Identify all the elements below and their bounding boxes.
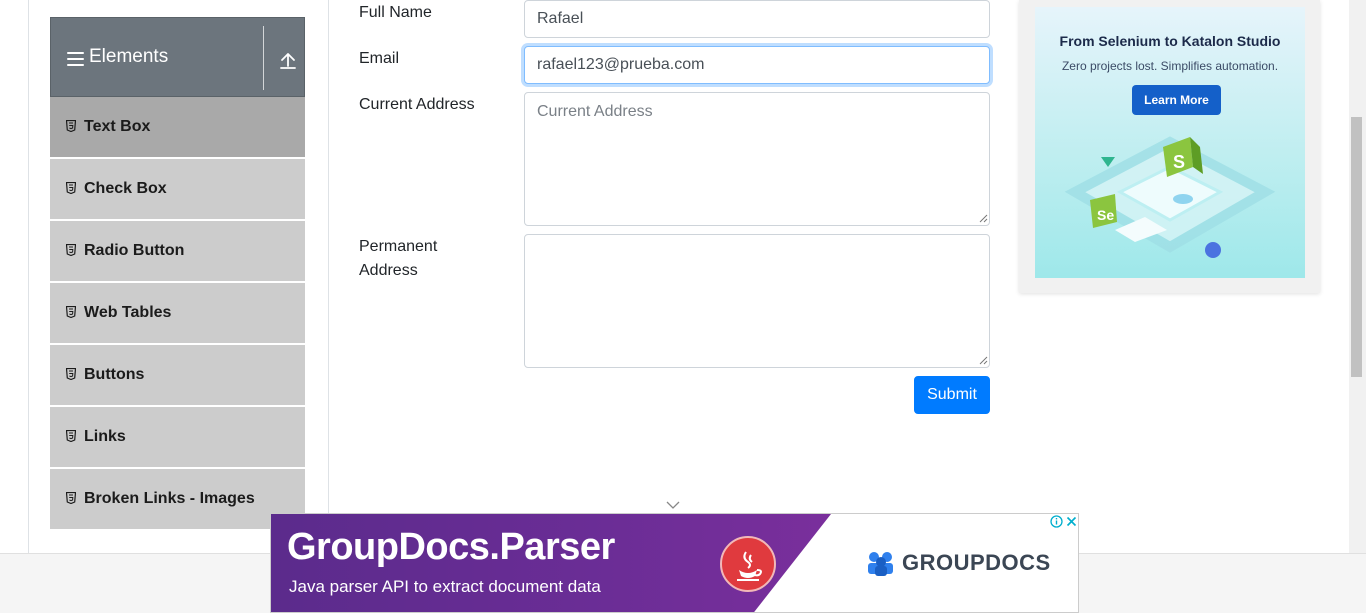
katalon-ad-inner: From Selenium to Katalon Studio Zero pro… — [1035, 7, 1305, 278]
html5-icon — [66, 492, 76, 504]
close-icon[interactable] — [1064, 514, 1079, 529]
scrollbar-thumb[interactable] — [1351, 117, 1362, 377]
resize-grip-icon[interactable] — [979, 214, 988, 223]
sidebar-item-radio-button[interactable]: Radio Button — [50, 221, 305, 283]
sidebar-item-label: Links — [84, 428, 126, 445]
sidebar-item-web-tables[interactable]: Web Tables — [50, 283, 305, 345]
email-label: Email — [359, 50, 400, 67]
html5-icon — [66, 244, 76, 256]
group-title: Elements — [89, 46, 169, 67]
katalon-ad[interactable]: From Selenium to Katalon Studio Zero pro… — [1019, 0, 1320, 293]
full-name-input[interactable] — [524, 0, 990, 38]
svg-text:S: S — [1173, 152, 1185, 172]
groupdocs-logo-text: GROUPDOCS — [902, 550, 1051, 575]
submit-button[interactable]: Submit — [914, 376, 990, 414]
banner-tagline: Java parser API to extract document data — [289, 577, 601, 596]
chevron-down-icon[interactable] — [666, 500, 680, 510]
sidebar-item-label: Broken Links - Images — [84, 490, 255, 507]
sidebar-item-label: Radio Button — [84, 242, 185, 259]
html5-icon — [66, 368, 76, 380]
sidebar-item-links[interactable]: Links — [50, 407, 305, 469]
sidebar-item-text-box[interactable]: Text Box — [50, 97, 305, 159]
resize-grip-icon[interactable] — [979, 356, 988, 365]
header-separator — [263, 26, 264, 90]
left-sidebar: Elements Text Box Check Box Radio Button We… — [50, 17, 305, 553]
html5-icon — [66, 182, 76, 194]
ad-headline: From Selenium to Katalon Studio — [1059, 33, 1281, 49]
permanent-address-label: Permanent Address — [359, 238, 438, 279]
sidebar-item-buttons[interactable]: Buttons — [50, 345, 305, 407]
menu-list: Text Box Check Box Radio Button Web Tables B… — [50, 97, 305, 531]
sidebar-item-label: Text Box — [84, 118, 151, 135]
ad-subtext: Zero projects lost. Simplifies automatio… — [1061, 59, 1279, 73]
sidebar-item-check-box[interactable]: Check Box — [50, 159, 305, 221]
permanent-address-textarea[interactable] — [524, 234, 990, 368]
learn-more-button[interactable]: Learn More — [1132, 85, 1221, 115]
groupdocs-ad-banner[interactable]: GroupDocs.Parser Java parser API to extr… — [270, 513, 1079, 613]
content-left-border — [28, 0, 29, 553]
hamburger-icon — [67, 52, 84, 66]
sidebar-item-label: Web Tables — [84, 304, 172, 321]
svg-text:Se: Se — [1097, 207, 1114, 223]
info-icon[interactable] — [1049, 514, 1064, 529]
collapse-up-icon[interactable] — [277, 50, 299, 72]
java-cup-icon — [720, 536, 776, 592]
sidebar-item-broken-links-images[interactable]: Broken Links - Images — [50, 469, 305, 531]
full-name-label: Full Name — [359, 4, 432, 21]
sidebar-item-label: Buttons — [84, 366, 145, 383]
html5-icon — [66, 306, 76, 318]
groupdocs-logo-icon — [868, 552, 893, 576]
vertical-scrollbar[interactable] — [1349, 0, 1366, 553]
current-address-textarea[interactable] — [524, 92, 990, 226]
current-address-label: Current Address — [359, 96, 475, 113]
elements-group-header[interactable]: Elements — [50, 17, 305, 97]
html5-icon — [66, 120, 76, 132]
html5-icon — [66, 430, 76, 442]
banner-brand: GroupDocs.Parser — [287, 526, 615, 568]
ad-illustration: S Se — [1064, 136, 1276, 258]
groupdocs-logo: GROUPDOCS — [866, 550, 1051, 576]
sidebar-item-label: Check Box — [84, 180, 167, 197]
email-input[interactable] — [524, 46, 990, 84]
sidebar-divider — [328, 0, 329, 553]
ad-choices[interactable] — [1049, 514, 1079, 529]
